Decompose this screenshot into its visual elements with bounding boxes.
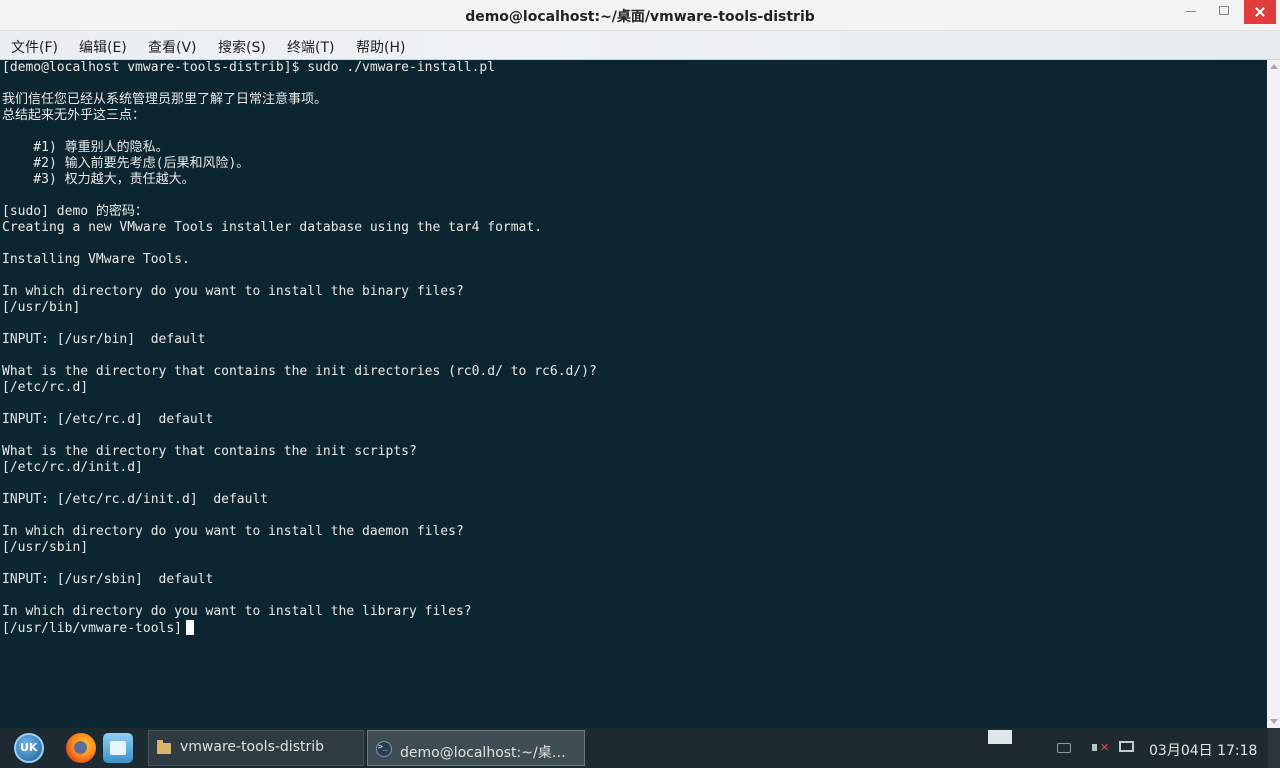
window-title: demo@localhost:~/桌面/vmware-tools-distrib xyxy=(465,9,815,25)
volume-muted-icon[interactable] xyxy=(1092,740,1110,756)
taskbar-item-folder[interactable]: vmware-tools-distrib xyxy=(148,730,364,766)
folder-icon xyxy=(157,740,171,754)
network-icon[interactable] xyxy=(1119,741,1134,752)
terminal-line: What is the directory that contains the … xyxy=(2,444,417,459)
terminal-line: In which directory do you want to instal… xyxy=(2,524,464,539)
start-menu-icon[interactable] xyxy=(14,733,44,763)
terminal-line: 我们信任您已经从系统管理员那里了解了日常注意事项。 xyxy=(2,92,328,107)
clock[interactable]: 03月04日 17:18 xyxy=(1149,740,1257,760)
firefox-icon[interactable] xyxy=(66,733,96,763)
terminal-line: [/etc/rc.d/init.d] xyxy=(2,460,143,475)
scroll-up-arrow-icon[interactable] xyxy=(1270,64,1278,69)
maximize-button[interactable] xyxy=(1211,0,1237,24)
terminal-line: INPUT: [/etc/rc.d/init.d] default xyxy=(2,492,269,507)
terminal-line: In which directory do you want to instal… xyxy=(2,604,472,619)
terminal-scrollbar[interactable] xyxy=(1267,60,1280,728)
terminal-line: [demo@localhost vmware-tools-distrib]$ s… xyxy=(2,60,496,75)
taskbar-item-terminal[interactable]: demo@localhost:~/桌… xyxy=(367,730,585,766)
terminal-line: #1) 尊重别人的隐私。 xyxy=(2,140,169,155)
menu-search[interactable]: 搜索(S) xyxy=(218,37,266,57)
terminal-line: What is the directory that contains the … xyxy=(2,364,597,379)
terminal-line: Creating a new VMware Tools installer da… xyxy=(2,220,543,235)
terminal-line: [/usr/sbin] xyxy=(2,540,89,555)
taskbar-item-label: demo@localhost:~/桌… xyxy=(400,745,566,761)
menu-edit[interactable]: 编辑(E) xyxy=(79,37,127,57)
terminal-line: Installing VMware Tools. xyxy=(2,252,190,267)
menu-file[interactable]: 文件(F) xyxy=(11,37,58,57)
minimize-button[interactable] xyxy=(1178,0,1204,24)
terminal-icon xyxy=(376,741,392,757)
terminal-line: INPUT: [/usr/sbin] default xyxy=(2,572,214,587)
terminal-line: [sudo] demo 的密码： xyxy=(2,204,148,219)
keyboard-icon[interactable] xyxy=(1057,743,1071,753)
terminal-line: [/usr/bin] xyxy=(2,300,81,315)
workspace-switcher[interactable] xyxy=(988,730,1012,744)
terminal-lines: [demo@localhost vmware-tools-distrib]$ s… xyxy=(2,60,597,636)
taskbar-item-label: vmware-tools-distrib xyxy=(180,739,325,755)
terminal-line: #2) 输入前要先考虑(后果和风险)。 xyxy=(2,156,250,171)
terminal-line: 总结起来无外乎这三点： xyxy=(2,108,146,123)
terminal-line: [/etc/rc.d] xyxy=(2,380,89,395)
terminal-line: In which directory do you want to instal… xyxy=(2,284,464,299)
terminal-cursor xyxy=(186,620,195,635)
terminal-line: INPUT: [/etc/rc.d] default xyxy=(2,412,214,427)
terminal-output[interactable]: [demo@localhost vmware-tools-distrib]$ s… xyxy=(0,60,1266,728)
close-button[interactable] xyxy=(1244,0,1276,24)
scroll-down-arrow-icon[interactable] xyxy=(1270,719,1278,724)
window-titlebar: demo@localhost:~/桌面/vmware-tools-distrib xyxy=(0,0,1280,31)
show-desktop-button[interactable] xyxy=(1268,728,1280,768)
terminal-line: [/usr/lib/vmware-tools] xyxy=(2,620,597,636)
terminal-line: #3) 权力越大，责任越大。 xyxy=(2,172,195,187)
menu-terminal[interactable]: 终端(T) xyxy=(287,37,334,57)
file-manager-icon[interactable] xyxy=(103,733,133,763)
menu-bar: 文件(F) 编辑(E) 查看(V) 搜索(S) 终端(T) 帮助(H) xyxy=(0,31,1280,60)
menu-view[interactable]: 查看(V) xyxy=(148,37,197,57)
taskbar: vmware-tools-distrib demo@localhost:~/桌…… xyxy=(0,728,1280,768)
terminal-line: INPUT: [/usr/bin] default xyxy=(2,332,206,347)
menu-help[interactable]: 帮助(H) xyxy=(356,37,405,57)
